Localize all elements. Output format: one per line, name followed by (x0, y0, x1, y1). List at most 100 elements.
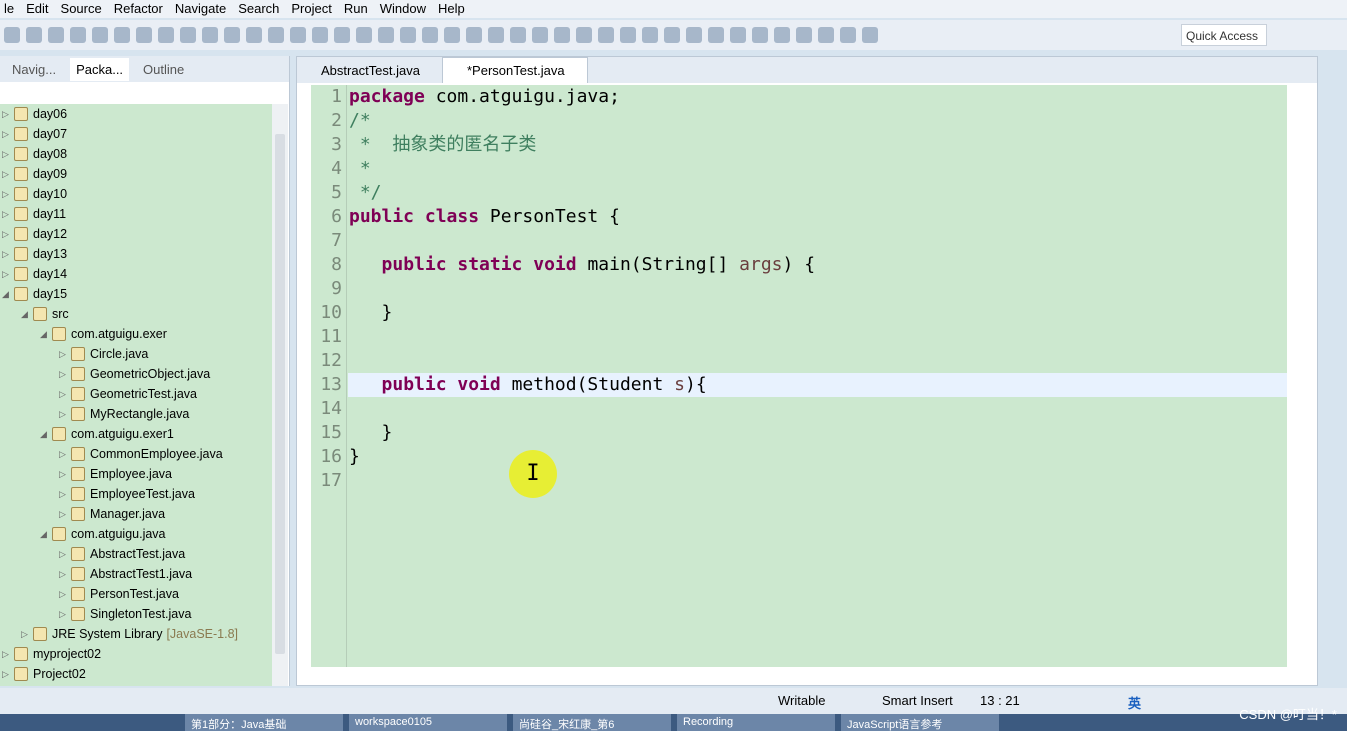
editor-tab[interactable]: *PersonTest.java (442, 57, 588, 83)
toolbar-button-icon[interactable] (796, 27, 812, 43)
tree-item[interactable]: ◢ src (0, 304, 272, 324)
toolbar-button-icon[interactable] (378, 27, 394, 43)
toolbar-button-icon[interactable] (202, 27, 218, 43)
tab-navigator[interactable]: Navig... (12, 62, 56, 77)
expand-arrow-icon[interactable]: ▷ (59, 544, 71, 564)
toolbar-button-icon[interactable] (246, 27, 262, 43)
expand-arrow-icon[interactable]: ◢ (40, 424, 52, 444)
tree-item[interactable]: ▷ myproject02 (0, 644, 272, 664)
tree-item[interactable]: ◢ day15 (0, 284, 272, 304)
toolbar-button-icon[interactable] (268, 27, 284, 43)
toolbar-button-icon[interactable] (26, 27, 42, 43)
toolbar-button-icon[interactable] (818, 27, 834, 43)
expand-arrow-icon[interactable]: ▷ (59, 444, 71, 464)
expand-arrow-icon[interactable]: ◢ (2, 284, 14, 304)
toolbar-button-icon[interactable] (400, 27, 416, 43)
tree-item[interactable]: ▷ MyRectangle.java (0, 404, 272, 424)
toolbar-button-icon[interactable] (334, 27, 350, 43)
toolbar-button-icon[interactable] (444, 27, 460, 43)
code-line[interactable]: public void method(Student s){ (349, 373, 707, 397)
ime-indicator[interactable]: 英 (1128, 693, 1141, 712)
tree-item[interactable]: ▷ day08 (0, 144, 272, 164)
expand-arrow-icon[interactable]: ▷ (2, 144, 14, 164)
expand-arrow-icon[interactable]: ▷ (2, 184, 14, 204)
menu-run[interactable]: Run (340, 0, 376, 18)
tree-scrollbar[interactable] (272, 104, 288, 686)
expand-arrow-icon[interactable]: ▷ (59, 384, 71, 404)
expand-arrow-icon[interactable]: ◢ (21, 304, 33, 324)
tree-item[interactable]: ▷ day14 (0, 264, 272, 284)
code-line[interactable]: public class PersonTest { (349, 205, 620, 229)
tree-item[interactable]: ▷ JRE System Library [JavaSE-1.8] (0, 624, 272, 644)
toolbar-button-icon[interactable] (488, 27, 504, 43)
code-line[interactable]: package com.atguigu.java; (349, 85, 620, 109)
code-line[interactable]: } (349, 445, 360, 469)
taskbar-item[interactable]: 尚硅谷_宋红康_第6 (513, 714, 671, 731)
tab-outline[interactable]: Outline (143, 62, 184, 77)
tree-item[interactable]: ▷ PersonTest.java (0, 584, 272, 604)
tree-item[interactable]: ◢ com.atguigu.java (0, 524, 272, 544)
menu-le[interactable]: le (0, 0, 22, 18)
expand-arrow-icon[interactable]: ▷ (59, 504, 71, 524)
toolbar-button-icon[interactable] (422, 27, 438, 43)
taskbar-item[interactable]: Recording (677, 714, 835, 731)
expand-arrow-icon[interactable]: ▷ (59, 404, 71, 424)
expand-arrow-icon[interactable]: ▷ (2, 264, 14, 284)
tree-item[interactable]: ▷ GeometricObject.java (0, 364, 272, 384)
expand-arrow-icon[interactable]: ▷ (59, 564, 71, 584)
toolbar-button-icon[interactable] (312, 27, 328, 43)
toolbar-button-icon[interactable] (708, 27, 724, 43)
code-area[interactable]: 1 2 3 4 5 6 7 8 9 10 11 12 13 14 15 16 17 I package com.… (311, 85, 1287, 667)
toolbar-button-icon[interactable] (180, 27, 196, 43)
expand-arrow-icon[interactable]: ▷ (2, 224, 14, 244)
toolbar-button-icon[interactable] (70, 27, 86, 43)
menu-source[interactable]: Source (57, 0, 110, 18)
tree-item[interactable]: ▷ Project02 (0, 664, 272, 684)
menu-navigate[interactable]: Navigate (171, 0, 234, 18)
tree-item[interactable]: ▷ day13 (0, 244, 272, 264)
tree-item[interactable]: ◢ com.atguigu.exer1 (0, 424, 272, 444)
expand-arrow-icon[interactable]: ▷ (59, 604, 71, 624)
expand-arrow-icon[interactable]: ▷ (59, 584, 71, 604)
toolbar-button-icon[interactable] (664, 27, 680, 43)
toolbar-button-icon[interactable] (4, 27, 20, 43)
toolbar-button-icon[interactable] (466, 27, 482, 43)
toolbar-button-icon[interactable] (554, 27, 570, 43)
tab-package-explorer[interactable]: Packa... (70, 57, 130, 81)
toolbar-button-icon[interactable] (92, 27, 108, 43)
code-line[interactable]: } (349, 421, 393, 445)
expand-arrow-icon[interactable]: ▷ (59, 484, 71, 504)
expand-arrow-icon[interactable]: ▷ (21, 624, 33, 644)
expand-arrow-icon[interactable]: ◢ (40, 324, 52, 344)
expand-arrow-icon[interactable]: ▷ (2, 664, 14, 684)
toolbar-button-icon[interactable] (752, 27, 768, 43)
toolbar-button-icon[interactable] (598, 27, 614, 43)
tree-item[interactable]: ▷ day12 (0, 224, 272, 244)
menu-refactor[interactable]: Refactor (110, 0, 171, 18)
expand-arrow-icon[interactable]: ▷ (59, 344, 71, 364)
expand-arrow-icon[interactable]: ▷ (59, 364, 71, 384)
toolbar-button-icon[interactable] (356, 27, 372, 43)
tree-item[interactable]: ▷ SingletonTest.java (0, 604, 272, 624)
code-line[interactable]: } (349, 301, 393, 325)
code-line[interactable]: /* (349, 109, 371, 133)
toolbar-button-icon[interactable] (686, 27, 702, 43)
taskbar-item[interactable]: JavaScript语言参考 (841, 714, 999, 731)
tree-item[interactable]: ▷ day07 (0, 124, 272, 144)
toolbar-button-icon[interactable] (840, 27, 856, 43)
expand-arrow-icon[interactable]: ▷ (2, 124, 14, 144)
menu-search[interactable]: Search (234, 0, 287, 18)
toolbar-button-icon[interactable] (136, 27, 152, 43)
code-line[interactable]: * (349, 157, 371, 181)
code-line[interactable]: */ (349, 181, 382, 205)
toolbar-button-icon[interactable] (730, 27, 746, 43)
tree-item[interactable]: ▷ Circle.java (0, 344, 272, 364)
toolbar-button-icon[interactable] (224, 27, 240, 43)
expand-arrow-icon[interactable]: ▷ (2, 244, 14, 264)
tree-item[interactable]: ▷ EmployeeTest.java (0, 484, 272, 504)
expand-arrow-icon[interactable]: ▷ (59, 464, 71, 484)
menu-project[interactable]: Project (287, 0, 339, 18)
toolbar-button-icon[interactable] (290, 27, 306, 43)
tree-item[interactable]: ▷ day11 (0, 204, 272, 224)
expand-arrow-icon[interactable]: ▷ (2, 644, 14, 664)
